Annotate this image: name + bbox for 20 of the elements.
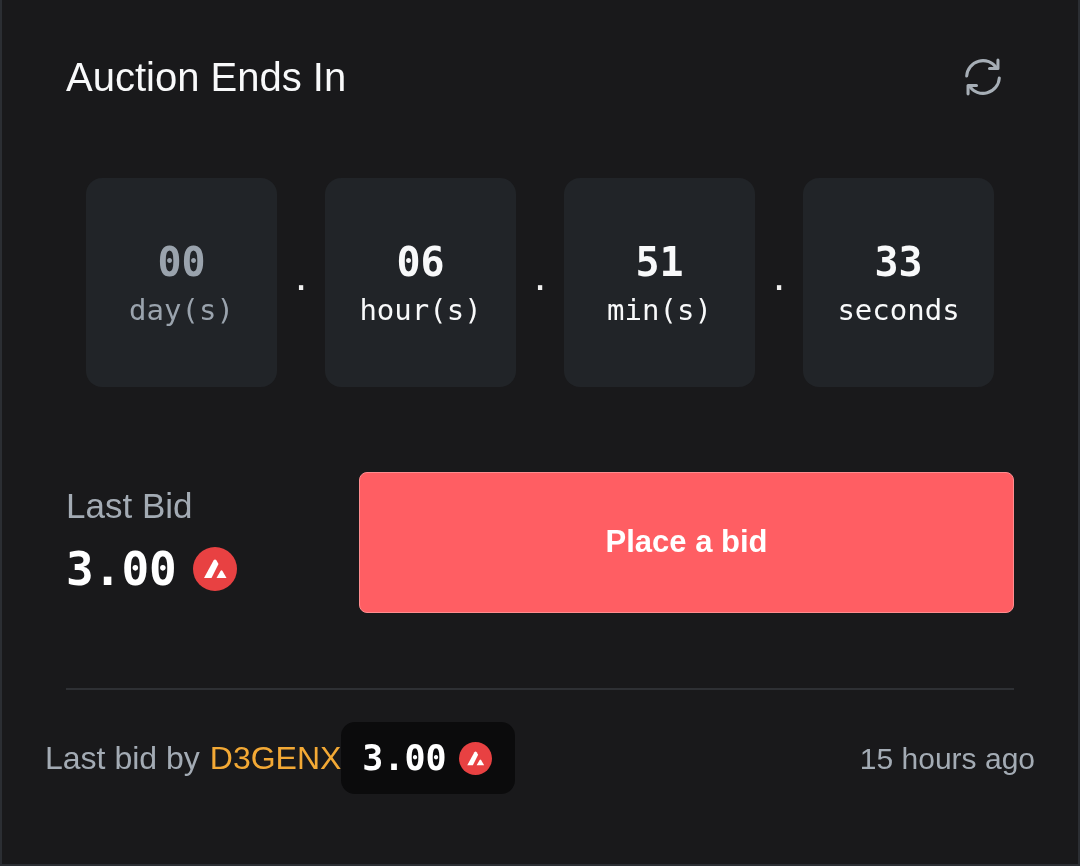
- bid-amount: 3.00: [362, 738, 447, 778]
- countdown-value: 06: [396, 237, 445, 286]
- last-bid-amount: 3.00: [66, 542, 177, 596]
- countdown-unit-label: hour(s): [359, 291, 482, 328]
- last-bid-label: Last Bid: [66, 486, 194, 526]
- countdown-unit-label: day(s): [129, 291, 234, 328]
- section-title: Auction Ends In: [66, 54, 347, 100]
- bid-time: 15 hours ago: [859, 740, 1035, 777]
- countdown-value: 33: [874, 237, 923, 286]
- countdown-value: 51: [635, 237, 684, 286]
- separator-dot: .: [293, 265, 309, 296]
- separator-dot: .: [532, 265, 548, 296]
- bidder-link[interactable]: D3GENX: [209, 734, 342, 782]
- currency-icon: [192, 547, 237, 591]
- last-bid-by-text: Last bid by: [45, 739, 200, 778]
- separator-dot: .: [771, 265, 787, 296]
- currency-icon: [458, 741, 492, 775]
- countdown-unit-label: min(s): [607, 291, 712, 328]
- countdown-value: 00: [157, 237, 206, 286]
- countdown-unit-label: seconds: [837, 291, 960, 328]
